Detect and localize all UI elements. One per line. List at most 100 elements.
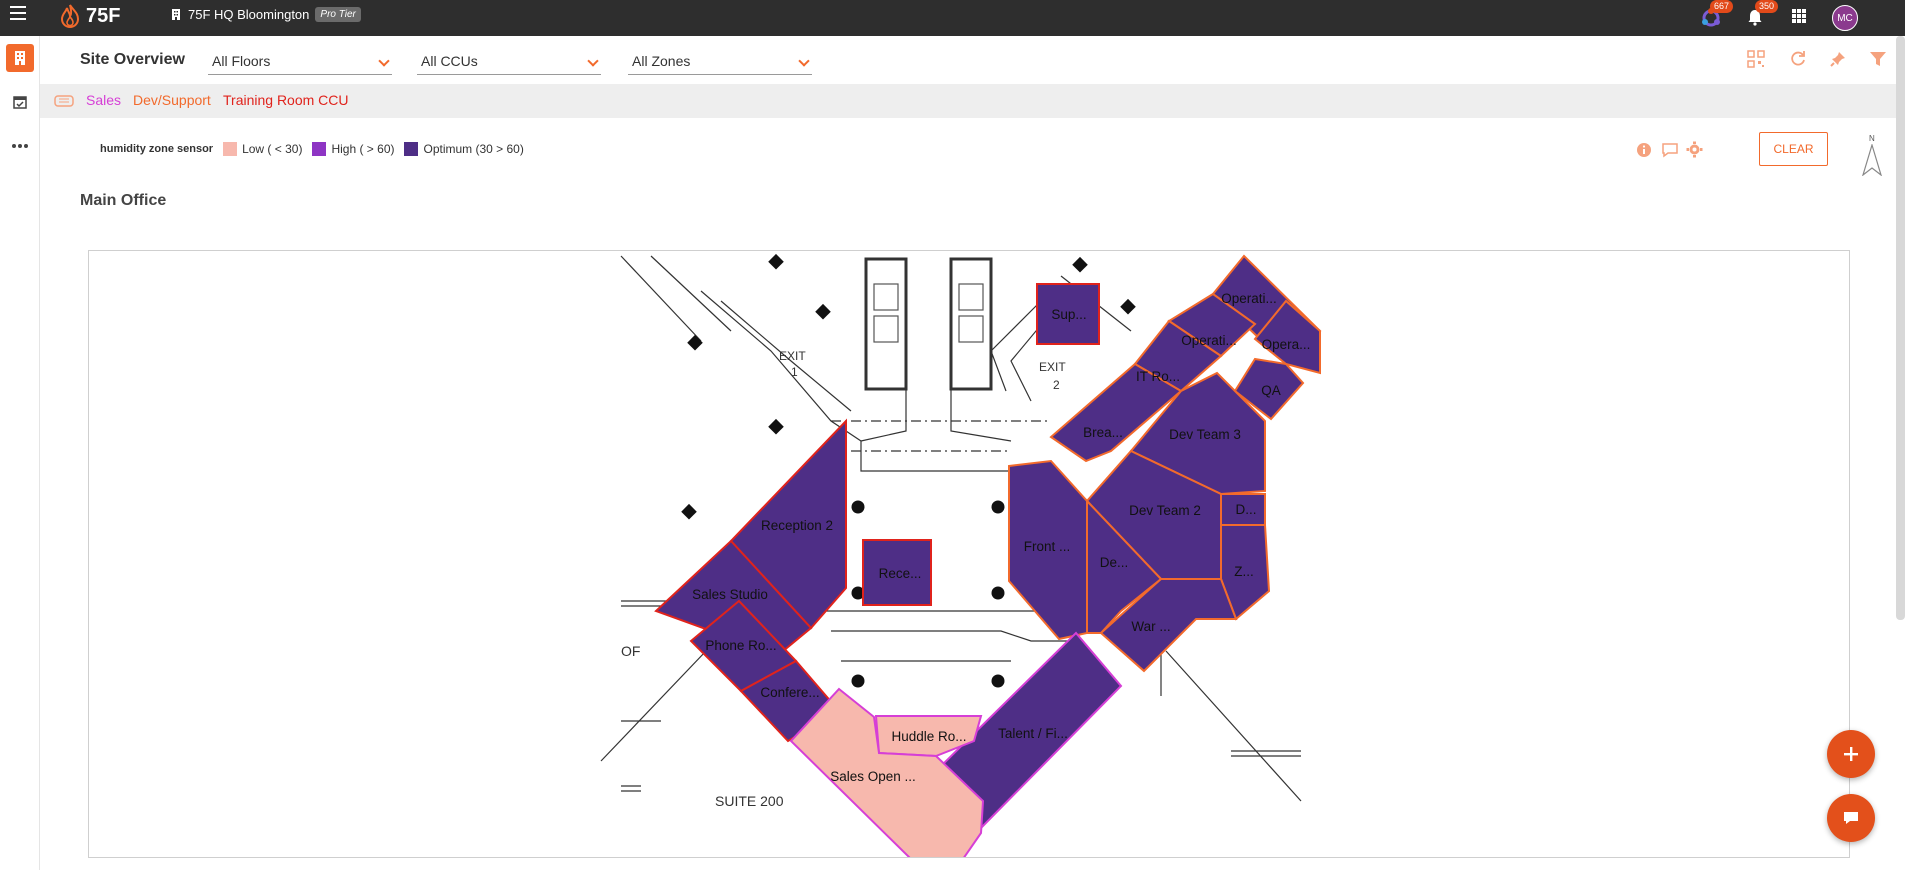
qr-code-icon [1747, 50, 1765, 68]
tier-badge: Pro Tier [315, 7, 361, 22]
zone-label: De... [1100, 555, 1129, 570]
zone-label: Sup... [1051, 307, 1086, 322]
qr-code-button[interactable] [1747, 50, 1767, 70]
zone-label: Sales Studio [692, 587, 768, 602]
more-dots-icon [12, 144, 28, 148]
floors-select-value: All Floors [212, 53, 271, 69]
legend-swatch [312, 142, 327, 156]
floor-plan-svg: EXIT 1 EXIT 2 OF SUITE 200 Operati... Op… [600, 253, 1322, 857]
legend-item-label: Optimum (30 > 60) [423, 142, 524, 156]
zone-label: Phone Ro... [705, 638, 776, 653]
zone-label: Confere... [760, 685, 819, 700]
chevron-down-icon [378, 55, 390, 67]
zone-label: Dev Team 2 [1129, 503, 1201, 518]
clear-button[interactable]: CLEAR [1759, 132, 1828, 166]
compass-arrow-icon [1862, 144, 1882, 176]
legend-swatch [404, 142, 419, 156]
of-label: OF [621, 643, 640, 659]
site-name: 75F HQ Bloomington [188, 7, 310, 22]
info-button[interactable] [1636, 142, 1652, 163]
legend-item-label: Low ( < 30) [242, 142, 303, 156]
left-nav [0, 36, 40, 870]
ccu-tab-training-room[interactable]: Training Room CCU [223, 92, 349, 108]
info-icon [1637, 143, 1651, 157]
chevron-down-icon [587, 55, 599, 67]
zones-select-value: All Zones [632, 53, 691, 69]
zone-label: D... [1235, 502, 1256, 517]
zone-label: War ... [1131, 619, 1170, 634]
ccu-tab-sales[interactable]: Sales [86, 92, 121, 108]
exit-2-label: EXIT [1039, 360, 1066, 374]
zone-label: Sales Open ... [830, 769, 916, 784]
apps-button[interactable] [1790, 7, 1812, 29]
chat-icon [1844, 812, 1858, 824]
zone-label: Z... [1234, 564, 1254, 579]
settings-button[interactable] [1686, 141, 1703, 163]
notifications-button[interactable]: 350 [1745, 0, 1779, 29]
legend-swatch [223, 142, 238, 156]
alerts-badge: 667 [1710, 0, 1734, 13]
logo-text: 75F [86, 4, 121, 27]
page-scrollbar[interactable] [1896, 36, 1905, 620]
zone-label: Operati... [1181, 333, 1237, 348]
ccu-bar: Sales Dev/Support Training Room CCU [40, 84, 1905, 118]
legend-label: humidity zone sensor [100, 143, 214, 155]
zone-label: QA [1261, 383, 1281, 398]
compass: N [1862, 134, 1882, 176]
flame-logo-icon [60, 4, 80, 29]
exit-1-number: 1 [791, 365, 798, 379]
zone-label: Front ... [1024, 539, 1071, 554]
floors-select[interactable]: All Floors [208, 53, 392, 75]
gear-icon [1686, 141, 1703, 158]
compass-label: N [1869, 134, 1875, 143]
page-header: Site Overview All Floors All CCUs All Zo… [40, 36, 1905, 84]
ccus-select[interactable]: All CCUs [417, 53, 601, 75]
zone-label: Rece... [879, 566, 922, 581]
chat-button[interactable] [1827, 794, 1875, 842]
user-avatar[interactable]: MC [1832, 5, 1858, 31]
nav-more[interactable] [6, 132, 34, 160]
building-icon [172, 9, 180, 20]
notifications-badge: 350 [1755, 0, 1779, 13]
pin-icon [1830, 52, 1845, 67]
nav-schedules[interactable] [6, 88, 34, 116]
apps-grid-icon [1792, 9, 1806, 23]
zone-label: Opera... [1262, 337, 1311, 352]
add-button[interactable] [1827, 730, 1875, 778]
comment-button[interactable] [1661, 142, 1679, 163]
zone-label: Talent / Fi... [998, 726, 1068, 741]
suite-label: SUITE 200 [715, 793, 784, 809]
legend-item-label: High ( > 60) [331, 142, 395, 156]
building-icon [15, 51, 25, 65]
top-bar: 75F 75F HQ Bloomington Pro Tier 667 350 … [0, 0, 1905, 36]
ccu-device-icon [54, 95, 74, 107]
zone-label: Huddle Ro... [891, 729, 966, 744]
filter-icon [1870, 52, 1886, 66]
legend-item-high: High ( > 60) [312, 142, 394, 156]
filter-button[interactable] [1869, 50, 1889, 70]
ccu-tab-dev-support[interactable]: Dev/Support [133, 92, 211, 108]
floor-plan-map[interactable]: EXIT 1 EXIT 2 OF SUITE 200 Operati... Op… [88, 250, 1850, 858]
nav-site-overview[interactable] [6, 44, 34, 72]
alerts-button[interactable]: 667 [1700, 0, 1734, 29]
site-selector[interactable]: 75F HQ Bloomington Pro Tier [170, 7, 361, 22]
refresh-button[interactable] [1789, 50, 1809, 70]
zone-label: Reception 2 [761, 518, 833, 533]
exit-2-number: 2 [1053, 378, 1060, 392]
exit-1-label: EXIT [779, 349, 806, 363]
ccus-select-value: All CCUs [421, 53, 478, 69]
humidity-legend: humidity zone sensor Low ( < 30) High ( … [100, 142, 524, 156]
refresh-icon [1791, 51, 1805, 66]
pin-button[interactable] [1829, 50, 1849, 70]
legend-item-low: Low ( < 30) [223, 142, 302, 156]
section-title: Main Office [80, 192, 167, 209]
chevron-down-icon [798, 55, 810, 67]
zones-select[interactable]: All Zones [628, 53, 812, 75]
zone-label: Operati... [1221, 291, 1277, 306]
comment-icon [1662, 143, 1678, 158]
app-logo[interactable]: 75F [58, 2, 120, 30]
menu-icon[interactable] [10, 6, 26, 20]
zone-label: Brea... [1083, 425, 1123, 440]
page-title: Site Overview [80, 51, 185, 68]
zone-label: Dev Team 3 [1169, 427, 1241, 442]
